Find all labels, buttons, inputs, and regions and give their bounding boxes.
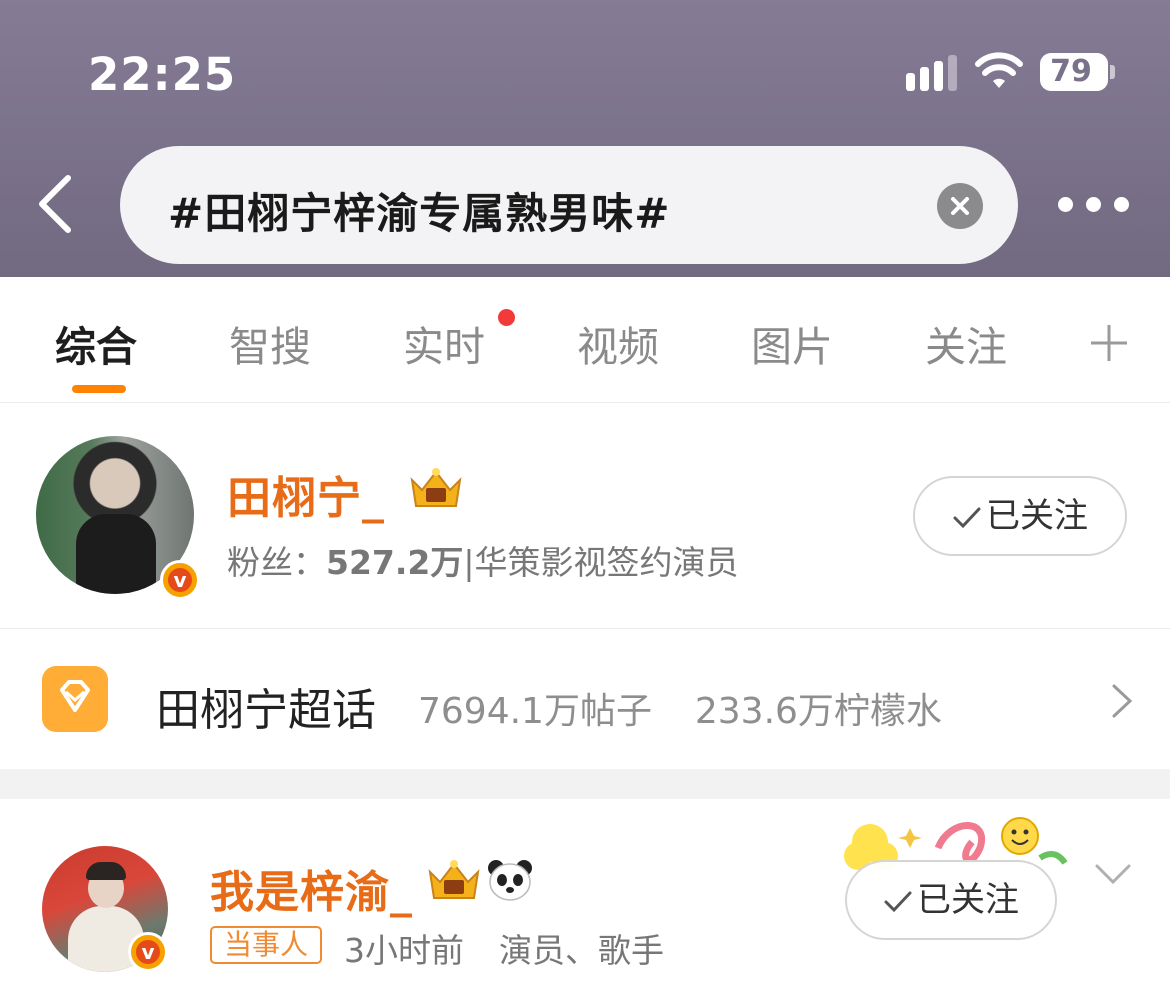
tab-bar: 综合 智搜 实时 视频 图片 关注	[0, 277, 1170, 403]
divider	[0, 628, 1170, 629]
tab-video[interactable]: 视频	[577, 313, 659, 373]
post-meta: 3小时前 演员、歌手	[344, 924, 664, 972]
post-roles: 演员、歌手	[499, 931, 664, 970]
tab-images[interactable]: 图片	[751, 313, 833, 373]
supertopic-members: 233.6万柠檬水	[694, 691, 942, 732]
battery-tip	[1110, 65, 1115, 79]
supertopic-name: 田栩宁超话	[156, 685, 376, 736]
chevron-right-icon	[1112, 684, 1133, 718]
battery-level: 79	[1050, 54, 1092, 89]
post-follow-label: 已关注	[917, 880, 1019, 920]
follow-button[interactable]: 已关注	[913, 476, 1127, 556]
back-icon[interactable]	[30, 172, 80, 236]
post-author[interactable]: 我是梓渝_	[210, 856, 413, 920]
verified-icon: v	[160, 560, 200, 600]
user-name[interactable]: 田栩宁_	[227, 462, 385, 526]
plus-icon[interactable]	[1089, 323, 1129, 363]
crown-icon	[410, 468, 462, 507]
crown-icon	[428, 860, 480, 899]
clear-icon[interactable]	[937, 183, 983, 229]
notification-dot	[498, 309, 515, 326]
post-verified-icon: v	[128, 932, 168, 972]
check-icon	[953, 507, 981, 528]
tab-comprehensive[interactable]: 综合	[55, 313, 137, 373]
post-follow-button[interactable]: 已关注	[845, 860, 1057, 940]
post-time: 3小时前	[344, 931, 464, 970]
check-icon	[884, 891, 912, 912]
wifi-icon	[975, 52, 1023, 88]
search-input[interactable]: #田栩宁梓渝专属熟男味#	[120, 146, 1018, 264]
section-gap	[0, 769, 1170, 799]
tab-following[interactable]: 关注	[925, 313, 1007, 373]
status-time: 22:25	[88, 48, 237, 101]
panda-icon	[488, 860, 532, 901]
chevron-down-icon[interactable]	[1093, 862, 1133, 886]
tab-realtime[interactable]: 实时	[403, 313, 485, 373]
supertopic-stats: 7694.1万帖子 233.6万柠檬水	[418, 682, 942, 734]
fans-count: 527.2万	[326, 543, 464, 582]
search-query: #田栩宁梓渝专属熟男味#	[168, 189, 671, 238]
supertopic-icon	[42, 666, 108, 732]
more-icon[interactable]	[1058, 190, 1132, 220]
status-badge: 当事人	[210, 926, 322, 964]
follow-label: 已关注	[986, 496, 1088, 536]
active-tab-indicator	[72, 385, 126, 393]
user-meta: 粉丝：527.2万|华策影视签约演员	[227, 536, 739, 584]
user-description: |华策影视签约演员	[463, 543, 739, 582]
fans-label: 粉丝：	[227, 543, 326, 582]
tab-smart-search[interactable]: 智搜	[229, 313, 311, 373]
signal-icon	[906, 55, 960, 91]
supertopic-posts: 7694.1万帖子	[418, 691, 652, 732]
